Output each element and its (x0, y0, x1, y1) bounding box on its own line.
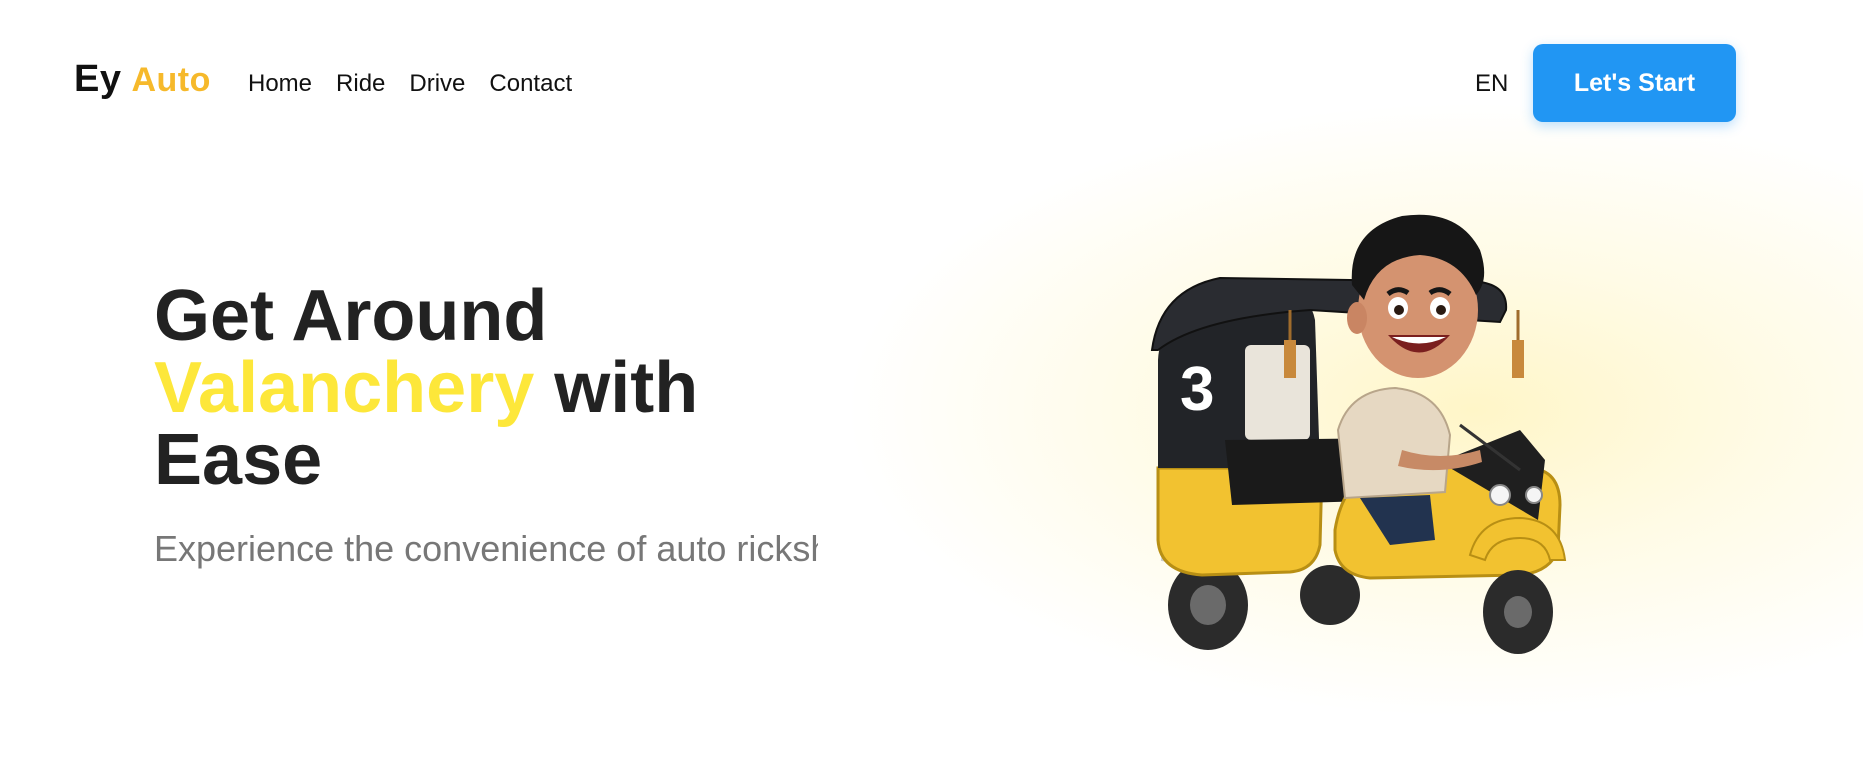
hero-subtitle: Experience the convenience of auto ricks… (154, 528, 818, 569)
hero-title: Get Around Valanchery with Ease (154, 280, 698, 496)
rickshaw-window (1245, 345, 1310, 440)
language-selector[interactable]: EN (1475, 70, 1508, 98)
vehicle-number: 3 (1180, 355, 1214, 424)
tassel-right-body (1512, 340, 1524, 378)
main-nav: Home Ride Drive Contact (248, 70, 572, 98)
nav-item-drive[interactable]: Drive (409, 70, 465, 98)
tassel-left-body (1284, 340, 1296, 378)
hero-title-highlight: Valanchery (154, 348, 535, 428)
hero-title-line3: Ease (154, 420, 323, 500)
lets-start-button[interactable]: Let's Start (1533, 44, 1736, 122)
driver-shirt (1336, 386, 1452, 500)
nav-item-contact[interactable]: Contact (489, 70, 572, 98)
brand-logo[interactable]: Ey Auto (74, 58, 211, 101)
hero-title-with: with (534, 348, 699, 428)
hero-title-line1: Get Around (154, 276, 548, 356)
nav-item-ride[interactable]: Ride (336, 70, 385, 98)
brand-logo-part2: Auto (131, 61, 211, 99)
headlight-right (1525, 486, 1543, 504)
headlight (1489, 484, 1511, 506)
top-navbar: Ey Auto Home Ride Drive Contact EN Let's … (0, 0, 1863, 165)
brand-logo-part1: Ey (74, 58, 122, 100)
auto-rickshaw-illustration: 3 (1150, 214, 1567, 654)
driver-head (1347, 214, 1485, 378)
front-wheel (1468, 516, 1567, 654)
nav-item-home[interactable]: Home (248, 70, 312, 98)
